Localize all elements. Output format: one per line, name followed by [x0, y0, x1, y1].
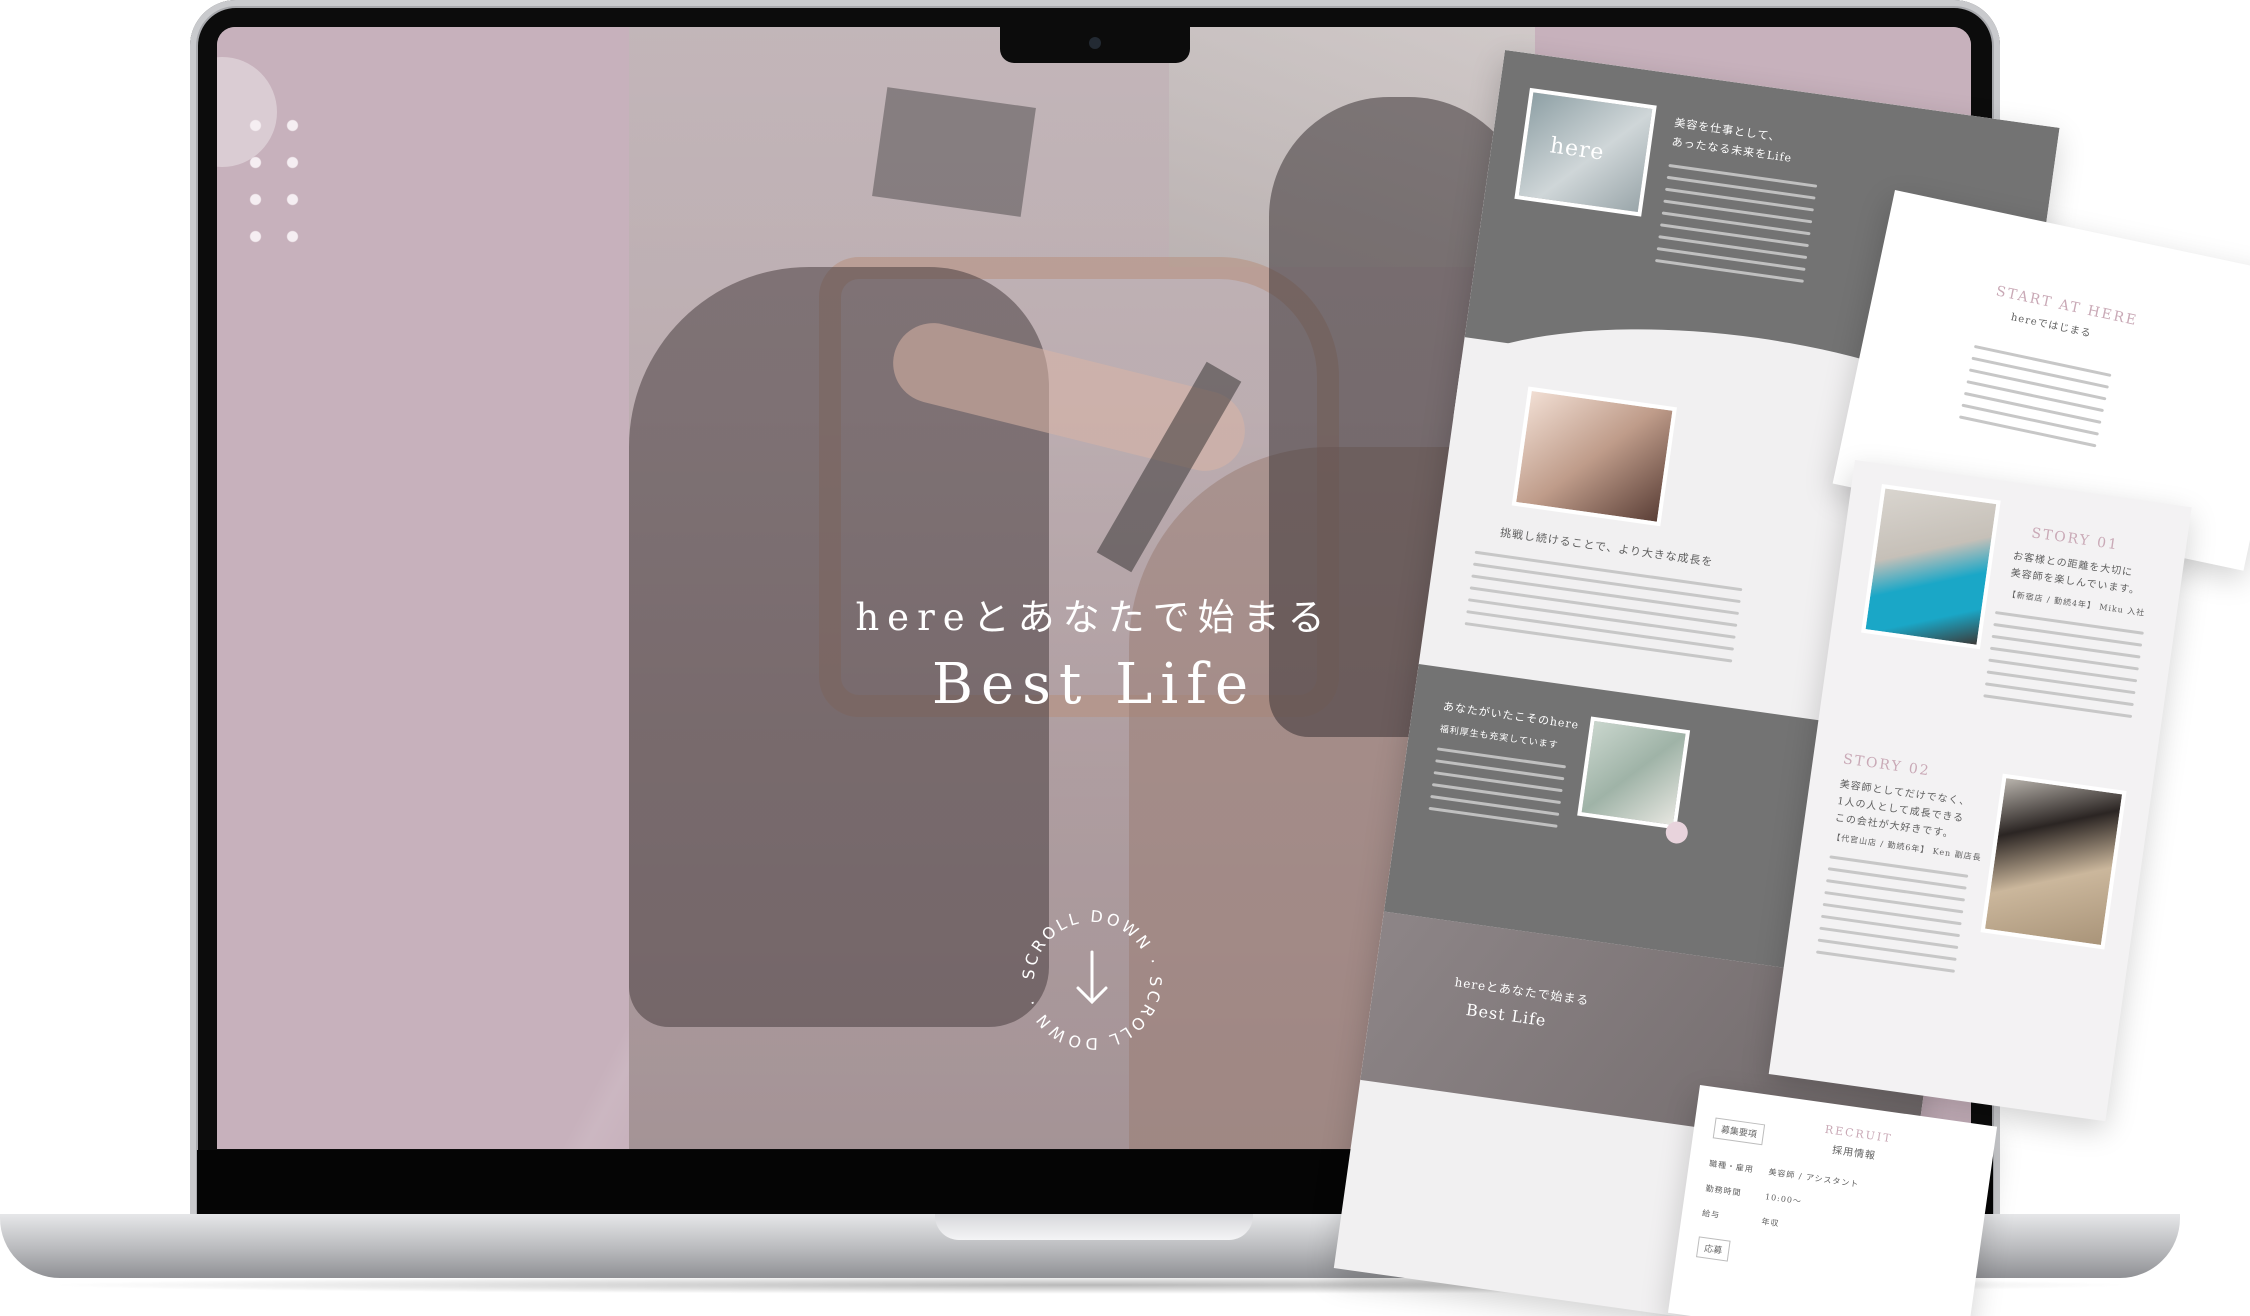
mockup-recruit-row1-label: 職種・雇用: [1708, 1159, 1755, 1175]
mockup-recruit-row1-value: 美容師 / アシスタント: [1767, 1167, 1860, 1190]
mockup-recruit-sub: 採用情報: [1831, 1145, 1877, 1163]
mockup-recruit-row2-value: 10:00〜: [1764, 1192, 1803, 1207]
mockup-logo: here: [1548, 133, 1607, 166]
arrow-down-icon: [1076, 950, 1108, 1005]
mockup-story2-text: [1815, 855, 1969, 981]
mockup-recruit-tag: 募集要項: [1712, 1117, 1766, 1146]
mockup-recruit-section: RECRUIT 採用情報 募集要項 職種・雇用 美容師 / アシスタント 勤務時…: [1667, 1085, 1998, 1316]
photo-monitor: [872, 87, 1036, 217]
mockup-story2-label: STORY 02: [1842, 751, 1932, 780]
mockup-start-text: [1957, 344, 2112, 456]
laptop-opening-notch: [935, 1214, 1253, 1240]
mockup-recruit-row3-label: 給与: [1701, 1208, 1721, 1221]
mockup-story1-photo: [1861, 483, 2001, 650]
mockup-recruit-row3-value: 年収: [1760, 1216, 1781, 1229]
mockup-recruit-apply-tag: 応募: [1696, 1236, 1731, 1262]
mockup-about-text: [1654, 163, 1818, 292]
camera-icon: [1089, 37, 1101, 49]
mockup-stylists-photo: [1511, 386, 1677, 527]
mockup-story2-photo: [1980, 773, 2127, 950]
mockup-story1-label: STORY 01: [2030, 525, 2120, 554]
mockup-story1-text: [1982, 611, 2144, 727]
screen-notch: [1000, 27, 1190, 63]
scroll-down-button[interactable]: SCROLL DOWN · SCROLL DOWN ·: [1012, 900, 1172, 1060]
mockup-chair-photo: [1577, 716, 1691, 830]
mockup-recruit-row2-label: 勤務時間: [1705, 1183, 1742, 1198]
decorative-dot-grid: [237, 107, 317, 267]
